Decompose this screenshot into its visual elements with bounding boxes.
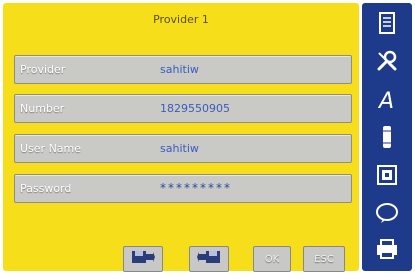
provider-label: Provider bbox=[20, 63, 66, 76]
thread-icon[interactable] bbox=[370, 123, 404, 151]
number-label: Number bbox=[20, 102, 65, 115]
screen: Provider 1 Provider sahitiw Number 18295… bbox=[0, 0, 415, 274]
load-file-icon bbox=[197, 249, 221, 269]
printer-icon[interactable] bbox=[370, 235, 404, 263]
user-name-field[interactable]: User Name sahitiw bbox=[14, 134, 352, 163]
provider-field[interactable]: Provider sahitiw bbox=[14, 55, 352, 84]
speech-bubble-icon[interactable] bbox=[370, 199, 404, 227]
page-title: Provider 1 bbox=[153, 13, 209, 26]
tools-icon[interactable] bbox=[370, 47, 404, 75]
password-value: ********* bbox=[160, 181, 232, 195]
provider-value: sahitiw bbox=[160, 63, 199, 76]
font-icon[interactable]: A bbox=[370, 85, 404, 113]
password-label: Password bbox=[20, 182, 72, 195]
svg-text:A: A bbox=[377, 89, 394, 111]
list-icon[interactable] bbox=[370, 9, 404, 37]
user-name-label: User Name bbox=[20, 142, 82, 155]
image-icon[interactable] bbox=[370, 161, 404, 189]
sidebar: A bbox=[362, 3, 412, 271]
esc-button[interactable]: ESC bbox=[303, 246, 345, 272]
user-name-value: sahitiw bbox=[160, 142, 199, 155]
save-file-icon bbox=[131, 249, 155, 269]
password-field[interactable]: Password ********* bbox=[14, 174, 352, 203]
number-field[interactable]: Number 1829550905 bbox=[14, 94, 352, 123]
number-value: 1829550905 bbox=[160, 102, 230, 115]
provider-panel: Provider 1 Provider sahitiw Number 18295… bbox=[3, 3, 359, 272]
save-to-file-button[interactable] bbox=[123, 246, 163, 272]
ok-button[interactable]: OK bbox=[253, 246, 291, 272]
load-from-file-button[interactable] bbox=[189, 246, 229, 272]
